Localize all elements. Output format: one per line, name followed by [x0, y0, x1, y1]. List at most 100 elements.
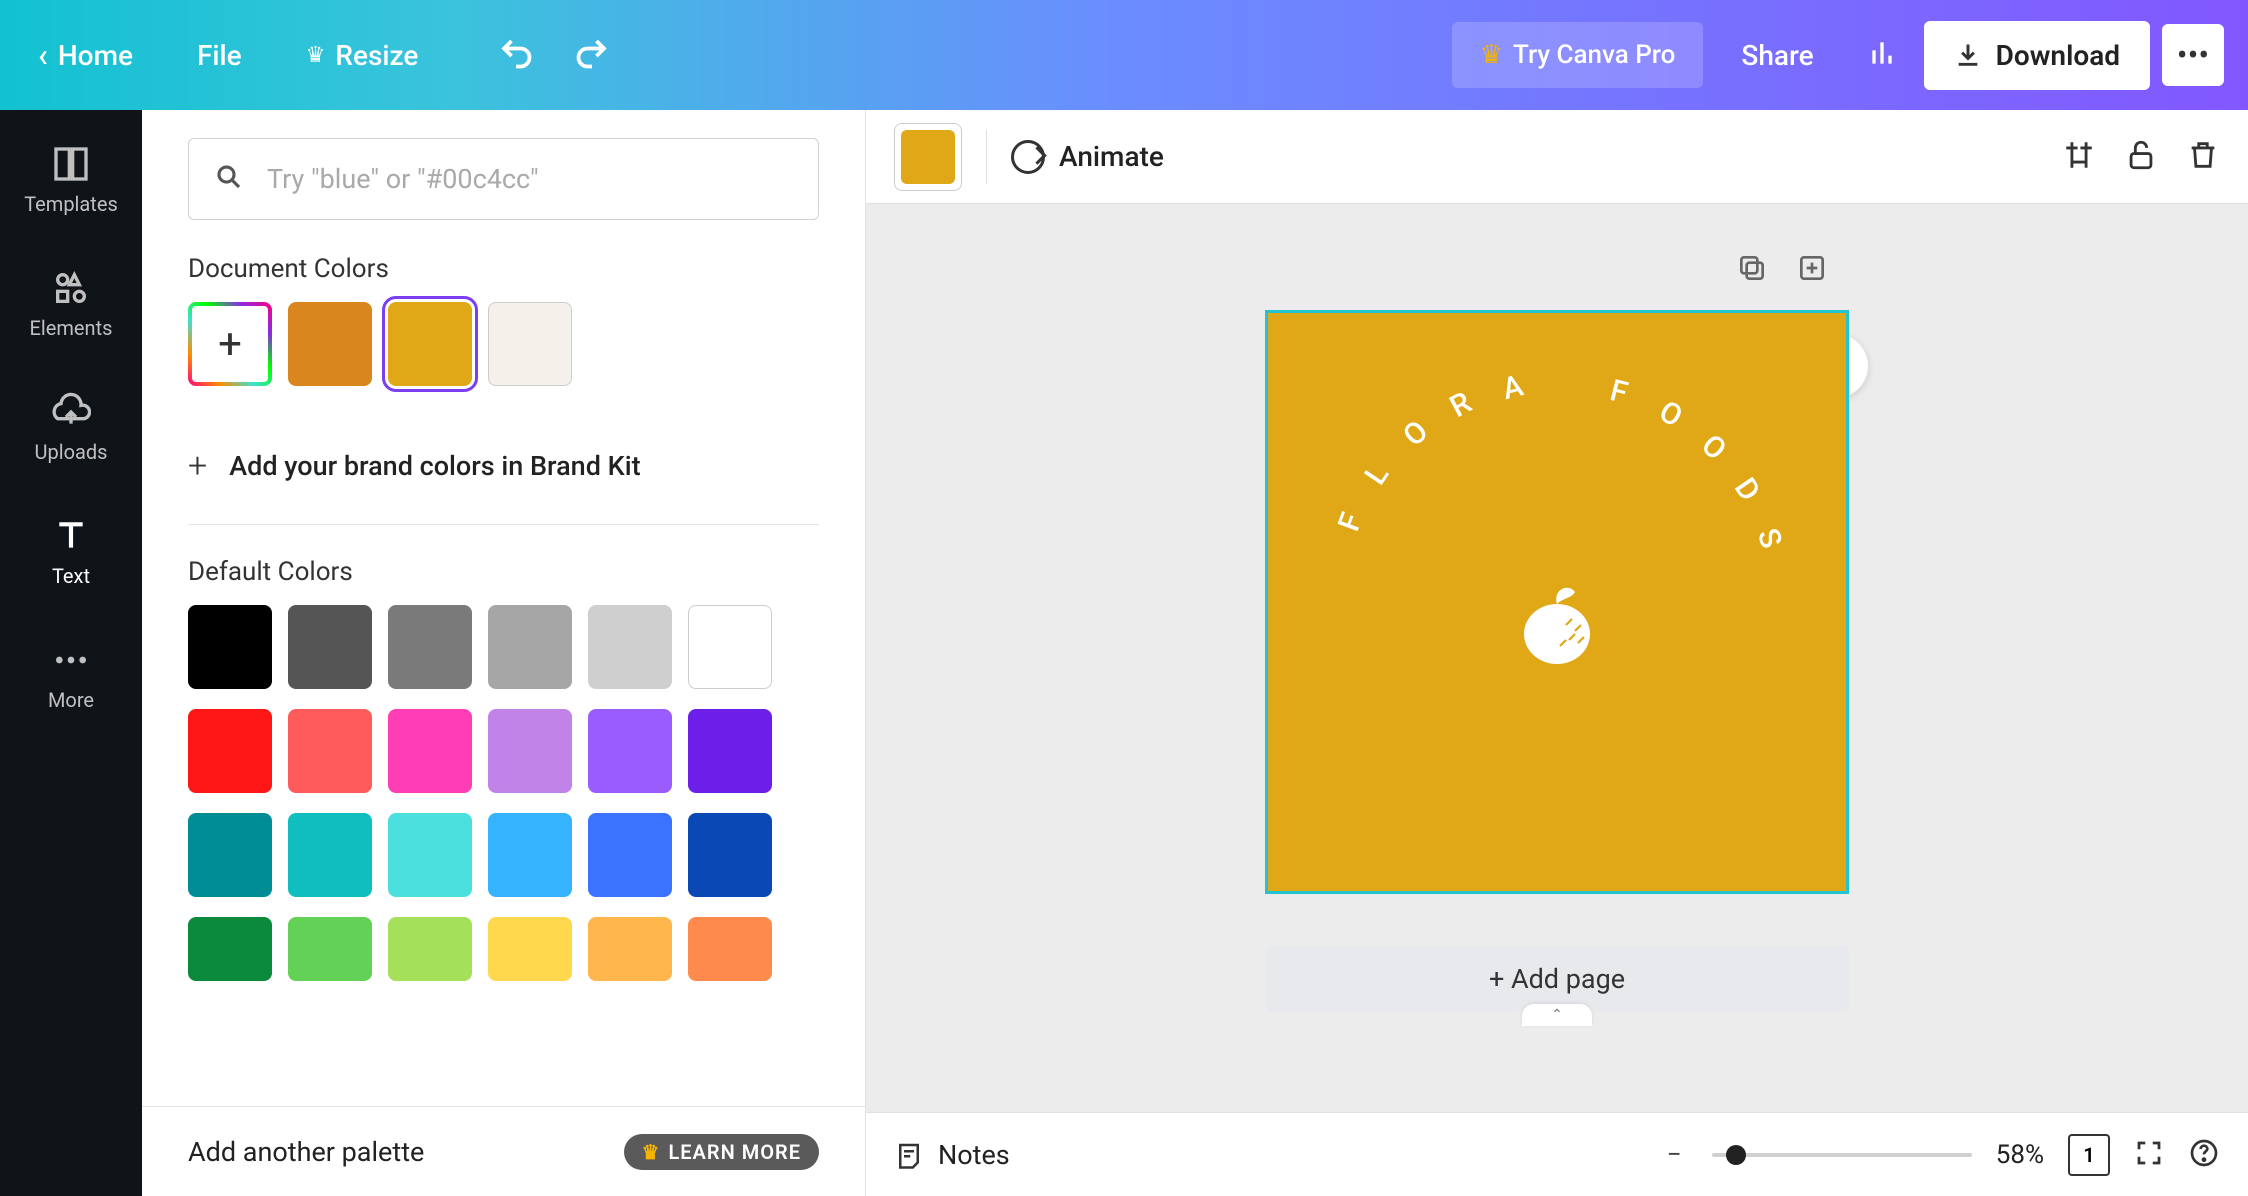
default-color-swatch[interactable]: [588, 605, 672, 689]
lock-button[interactable]: [2124, 138, 2158, 176]
more-menu-button[interactable]: •••: [2162, 24, 2224, 86]
rail-elements[interactable]: Elements: [0, 258, 142, 350]
default-color-swatch[interactable]: [388, 917, 472, 981]
fullscreen-button[interactable]: [2134, 1138, 2164, 1172]
notes-button[interactable]: Notes: [894, 1139, 1010, 1171]
panel-footer: Add another palette ♛ LEARN MORE: [142, 1106, 865, 1196]
rail-elements-label: Elements: [30, 316, 113, 340]
redo-button[interactable]: [574, 35, 610, 75]
learn-more-button[interactable]: ♛ LEARN MORE: [624, 1134, 819, 1170]
search-wrap: [188, 138, 819, 220]
help-icon: [2188, 1137, 2220, 1169]
default-color-swatch[interactable]: [288, 813, 372, 897]
default-color-swatch[interactable]: [488, 709, 572, 793]
rail-more[interactable]: More: [0, 630, 142, 722]
default-color-swatch[interactable]: [588, 917, 672, 981]
default-color-swatch[interactable]: [188, 813, 272, 897]
default-color-swatch[interactable]: [588, 709, 672, 793]
crown-icon: ♛: [1480, 40, 1503, 70]
default-color-swatch[interactable]: [288, 605, 372, 689]
page-indicator[interactable]: 1: [2068, 1134, 2110, 1176]
learn-more-label: LEARN MORE: [668, 1140, 801, 1164]
file-button[interactable]: File: [183, 29, 256, 82]
download-label: Download: [1996, 39, 2120, 72]
default-color-swatch[interactable]: [488, 605, 572, 689]
fullscreen-icon: [2134, 1138, 2164, 1168]
default-color-swatch[interactable]: [488, 813, 572, 897]
position-button[interactable]: [2062, 138, 2096, 176]
canvas-body[interactable]: FLORA FOODS + Add page ⌃: [866, 204, 2248, 1112]
insights-button[interactable]: [1852, 27, 1912, 83]
share-button[interactable]: Share: [1715, 21, 1839, 90]
default-color-swatch[interactable]: [588, 813, 672, 897]
collapse-handle[interactable]: ⌃: [1522, 1004, 1592, 1026]
color-search-input[interactable]: [188, 138, 819, 220]
home-button[interactable]: ‹ Home: [24, 26, 147, 84]
canvas-toolbar: Animate: [866, 110, 2248, 204]
download-button[interactable]: Download: [1924, 21, 2150, 90]
undo-button[interactable]: [498, 35, 534, 75]
doc-color-swatch[interactable]: [488, 302, 572, 386]
default-color-swatch[interactable]: [188, 917, 272, 981]
default-color-swatch[interactable]: [288, 917, 372, 981]
share-label: Share: [1741, 39, 1813, 72]
curved-brand-text: FLORA FOODS: [1407, 406, 1707, 566]
animate-icon: [1011, 140, 1045, 174]
lock-open-icon: [2124, 138, 2158, 172]
default-color-swatch[interactable]: [688, 813, 772, 897]
add-page-button[interactable]: + Add page: [1265, 946, 1849, 1012]
default-color-swatch[interactable]: [488, 917, 572, 981]
selected-color-chip-wrap[interactable]: [894, 123, 962, 191]
duplicate-page-button[interactable]: [1736, 252, 1768, 288]
default-color-swatch[interactable]: [688, 917, 772, 981]
default-color-swatch[interactable]: [388, 709, 472, 793]
animate-label: Animate: [1059, 140, 1164, 173]
add-palette-button[interactable]: Add another palette: [188, 1136, 424, 1168]
rail-text[interactable]: Text: [0, 506, 142, 598]
resize-button[interactable]: ♛ Resize: [292, 29, 433, 82]
page-number: 1: [2083, 1143, 2094, 1167]
add-color-swatch[interactable]: +: [188, 302, 272, 386]
default-color-swatch[interactable]: [188, 709, 272, 793]
zoom-thumb[interactable]: [1726, 1145, 1746, 1165]
canvas-page[interactable]: FLORA FOODS: [1265, 310, 1849, 894]
help-button[interactable]: [2188, 1137, 2220, 1173]
canvas-area: Animate: [866, 110, 2248, 1196]
trash-icon: [2186, 138, 2220, 172]
redo-icon: [574, 35, 610, 71]
toolbar-right: [2062, 138, 2220, 176]
uploads-icon: [51, 392, 91, 432]
zoom-slider[interactable]: [1712, 1153, 1972, 1157]
default-color-swatch[interactable]: [288, 709, 372, 793]
animate-button[interactable]: Animate: [1011, 140, 1164, 174]
panel-scroll[interactable]: Document Colors + + Add your brand color…: [142, 110, 865, 1106]
doc-color-swatch[interactable]: [388, 302, 472, 386]
add-brand-colors[interactable]: + Add your brand colors in Brand Kit: [188, 426, 819, 524]
rail-templates[interactable]: Templates: [0, 134, 142, 226]
add-page-icon-button[interactable]: [1796, 252, 1828, 288]
default-color-swatch[interactable]: [388, 813, 472, 897]
try-pro-label: Try Canva Pro: [1513, 40, 1675, 70]
home-label: Home: [58, 39, 133, 72]
rail-uploads[interactable]: Uploads: [0, 382, 142, 474]
default-color-swatch[interactable]: [388, 605, 472, 689]
default-color-swatch[interactable]: [688, 605, 772, 689]
doc-color-swatch[interactable]: [288, 302, 372, 386]
side-rail: Templates Elements Uploads Text More: [0, 110, 142, 1196]
delete-button[interactable]: [2186, 138, 2220, 176]
default-color-swatch[interactable]: [688, 709, 772, 793]
page-tools: [1736, 252, 1828, 288]
color-panel: Document Colors + + Add your brand color…: [142, 110, 866, 1196]
default-color-row: [188, 605, 819, 689]
rail-more-label: More: [48, 688, 94, 712]
doc-colors-title: Document Colors: [188, 254, 819, 284]
more-icon: [51, 640, 91, 680]
main: Templates Elements Uploads Text More: [0, 110, 2248, 1196]
fruit-icon: [1509, 574, 1605, 670]
default-color-swatch[interactable]: [188, 605, 272, 689]
plus-icon: +: [188, 446, 207, 486]
try-canva-pro-button[interactable]: ♛ Try Canva Pro: [1452, 22, 1704, 88]
default-color-row: [188, 917, 819, 981]
dots-icon: •••: [2177, 36, 2209, 74]
rail-uploads-label: Uploads: [35, 440, 108, 464]
